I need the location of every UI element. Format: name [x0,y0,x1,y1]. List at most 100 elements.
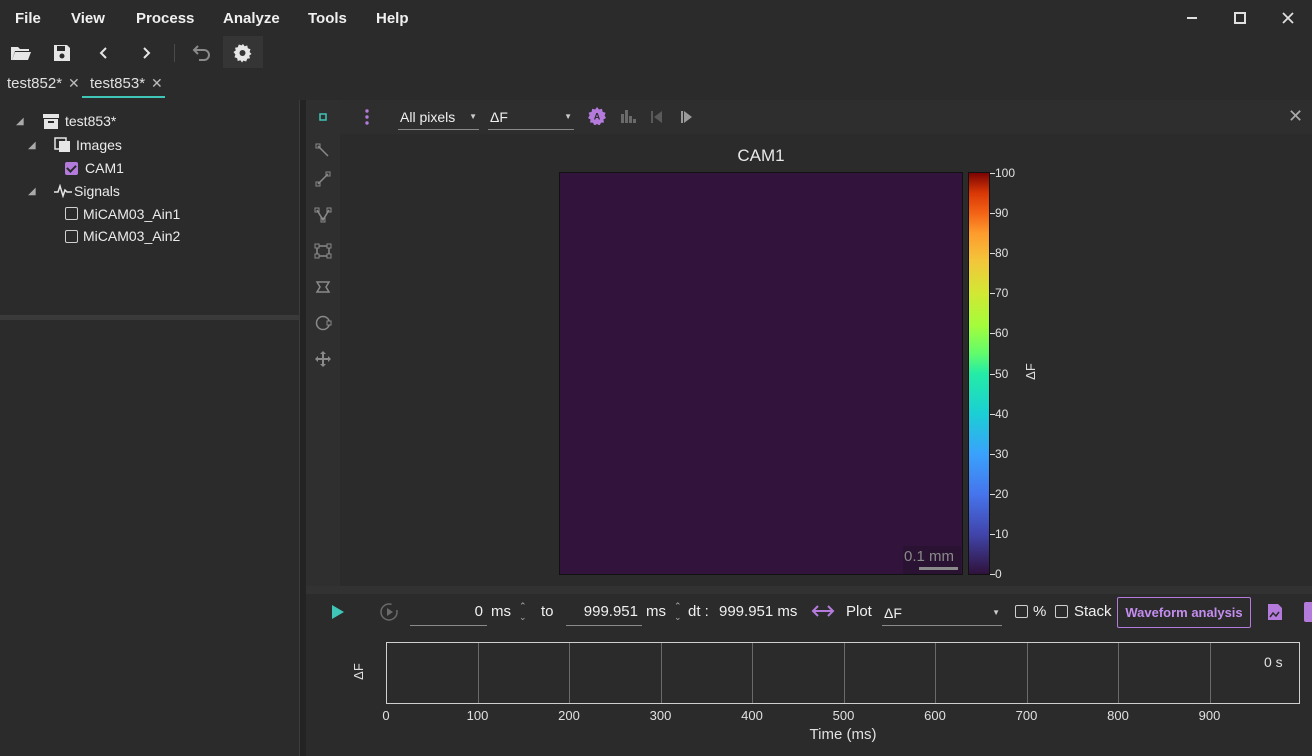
histogram-icon[interactable] [620,108,638,127]
expand-triangle-icon[interactable]: ◢ [28,140,36,151]
trace-x-label: Time (ms) [809,726,877,743]
percent-checkbox[interactable] [1015,605,1028,618]
waveform-analysis-button[interactable]: Waveform analysis [1117,597,1251,628]
grid-line [1118,643,1119,703]
x-tick-label: 100 [466,708,489,723]
loop-play-icon[interactable] [379,602,399,625]
rectangle-tool-icon[interactable] [314,242,332,260]
tab-test852[interactable]: test852* ✕ [7,75,80,92]
tree-ain2-label[interactable]: MiCAM03_Ain2 [83,228,180,244]
segment-tool-icon[interactable] [314,170,332,188]
start-time-input[interactable]: 0 [410,600,487,626]
forward-icon[interactable] [131,40,161,66]
move-tool-icon[interactable] [314,350,332,368]
chevron-down-icon: ▼ [469,112,477,121]
panel-splitter[interactable] [0,315,300,320]
point-tool-icon[interactable] [314,108,332,126]
x-tick-label: 700 [1015,708,1038,723]
colorbar-axis-label: ΔF [1022,363,1038,380]
more-options-icon[interactable] [362,107,372,130]
tree-cam1-label[interactable]: CAM1 [85,160,124,176]
polyline-tool-icon[interactable] [314,206,332,224]
archive-icon [42,112,60,133]
cam1-checkbox[interactable] [65,162,78,175]
colorbar-tick-label: 70 [995,286,1009,301]
menu-tools[interactable]: Tools [308,10,347,27]
pixel-select[interactable]: All pixels ▼ [398,104,479,130]
tree-ain1-label[interactable]: MiCAM03_Ain1 [83,206,180,222]
expand-triangle-icon[interactable]: ◢ [16,116,24,127]
open-folder-icon[interactable] [6,40,36,66]
undo-icon[interactable] [186,40,216,66]
colorbar-tick-label: 20 [995,486,1009,501]
play-icon[interactable] [331,604,345,623]
plot-select-value: ΔF [884,604,902,621]
polygon-tool-icon[interactable] [314,278,332,296]
grid-line [1209,643,1211,703]
maximize-icon[interactable] [1228,8,1252,28]
svg-text:A: A [594,112,601,122]
start-spinner-icon[interactable]: ⌃ ⌄ [519,601,527,623]
pixel-select-value: All pixels [400,108,456,125]
stack-checkbox[interactable] [1055,605,1068,618]
dt-value: 999.951 ms [719,603,798,620]
close-icon[interactable]: ✕ [151,75,163,92]
export-image-icon[interactable] [1266,603,1284,624]
expand-triangle-icon[interactable]: ◢ [28,186,36,197]
tree-root-label[interactable]: test853* [65,113,116,129]
close-view-icon[interactable]: ✕ [1288,106,1303,127]
menu-view[interactable]: View [71,10,105,27]
colorbar-tick-label: 0 [995,567,1002,581]
chevron-down-icon: ▼ [564,112,572,121]
camera-image[interactable] [559,172,963,575]
image-title: CAM1 [737,146,785,165]
grid-line [752,643,753,703]
horizontal-splitter[interactable] [306,586,1312,594]
ain1-checkbox[interactable] [65,207,78,220]
end-time-input[interactable]: 999.951 [566,600,642,626]
scalebar [919,567,958,570]
grid-line [660,643,662,703]
circle-tool-icon[interactable] [314,314,332,332]
export-data-icon[interactable] [1304,602,1312,622]
colorbar [968,172,990,575]
dt-label: dt : [688,603,709,620]
colorbar-tick-label: 60 [995,326,1009,341]
images-icon [54,137,72,156]
menu-help[interactable]: Help [376,10,409,27]
menu-analyze[interactable]: Analyze [223,10,280,27]
colorbar-tick-label: 40 [995,406,1009,421]
next-frame-icon[interactable] [680,110,696,127]
close-icon[interactable]: ✕ [68,75,80,92]
grid-line [477,643,479,703]
line-tool-icon[interactable] [314,142,332,160]
close-window-icon[interactable] [1276,8,1300,28]
expand-range-icon[interactable] [811,603,835,622]
x-tick-label: 500 [832,708,855,723]
menu-process[interactable]: Process [136,10,194,27]
tab-bar [0,70,1312,98]
plot-select[interactable]: ΔF ▼ [882,600,1002,626]
data-tree-panel [0,100,300,756]
menu-file[interactable]: File [15,10,41,27]
gear-icon[interactable] [228,40,258,66]
minimize-icon[interactable] [1180,8,1204,28]
auto-scale-icon[interactable]: A [588,107,606,128]
tree-images-label[interactable]: Images [76,137,122,153]
x-tick-label: 0 [382,708,390,723]
ain2-checkbox[interactable] [65,230,78,243]
colorbar-tick-label: 50 [995,366,1009,381]
tab-test853[interactable]: test853* ✕ [90,75,163,92]
previous-frame-icon[interactable] [650,110,666,127]
menu-bar [0,0,1312,36]
toolbar-separator [174,44,175,62]
percent-label: % [1033,603,1047,620]
tree-signals-label[interactable]: Signals [74,183,120,199]
back-icon[interactable] [89,40,119,66]
save-icon[interactable] [47,40,77,66]
signal-icon [53,183,73,201]
end-spinner-icon[interactable]: ⌃ ⌄ [674,601,682,623]
end-unit: ms [646,603,666,620]
x-tick-label: 300 [649,708,672,723]
mode-select[interactable]: ΔF ▼ [488,104,574,130]
